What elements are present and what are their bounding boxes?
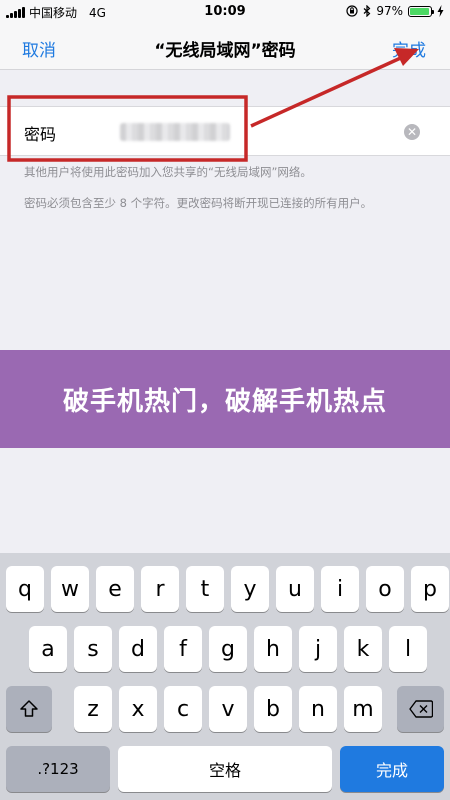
key-b[interactable]: b (254, 686, 292, 732)
password-input[interactable] (120, 123, 230, 141)
page-title: “无线局域网”密码 (154, 41, 296, 61)
key-i[interactable]: i (321, 566, 359, 612)
key-j[interactable]: j (299, 626, 337, 672)
key-l[interactable]: l (389, 626, 427, 672)
keyboard-done-key[interactable]: 完成 (340, 746, 444, 792)
key-s[interactable]: s (74, 626, 112, 672)
hint-share: 其他用户将使用此密码加入您共享的“无线局域网”网络。 (24, 165, 312, 179)
key-g[interactable]: g (209, 626, 247, 672)
key-c[interactable]: c (164, 686, 202, 732)
keyboard: .?123 空格 完成 qwertyuiop asdfghjkl zxcvbnm (0, 553, 450, 800)
key-q[interactable]: q (6, 566, 44, 612)
space-key[interactable]: 空格 (118, 746, 332, 792)
delete-key[interactable] (397, 686, 444, 732)
key-o[interactable]: o (366, 566, 404, 612)
key-p[interactable]: p (411, 566, 449, 612)
password-label: 密码 (24, 125, 57, 144)
key-y[interactable]: y (231, 566, 269, 612)
status-bar: 中国移动 4G 10:09 97% (0, 0, 450, 24)
shift-icon (20, 700, 38, 717)
key-m[interactable]: m (344, 686, 382, 732)
key-h[interactable]: h (254, 626, 292, 672)
bluetooth-icon (363, 5, 371, 17)
key-u[interactable]: u (276, 566, 314, 612)
numbers-key[interactable]: .?123 (6, 746, 110, 792)
backspace-icon (408, 700, 433, 718)
banner-text: 破手机热门，破解手机热点 (62, 386, 387, 417)
key-v[interactable]: v (209, 686, 247, 732)
key-t[interactable]: t (186, 566, 224, 612)
clear-icon[interactable]: ✕ (404, 124, 420, 140)
key-a[interactable]: a (29, 626, 67, 672)
battery-icon (408, 5, 434, 17)
key-r[interactable]: r (141, 566, 179, 612)
key-w[interactable]: w (51, 566, 89, 612)
password-row[interactable]: 密码 ✕ (0, 106, 450, 156)
battery-percent: 97% (376, 4, 403, 18)
nav-bar: 取消 “无线局域网”密码 完成 (0, 24, 450, 70)
charging-icon (437, 5, 444, 17)
key-d[interactable]: d (119, 626, 157, 672)
key-n[interactable]: n (299, 686, 337, 732)
key-e[interactable]: e (96, 566, 134, 612)
status-right: 97% (346, 4, 444, 18)
lock-rotation-icon (346, 5, 358, 17)
title-banner: 破手机热门，破解手机热点 (0, 350, 450, 448)
key-f[interactable]: f (164, 626, 202, 672)
battery-fill (410, 7, 430, 15)
key-z[interactable]: z (74, 686, 112, 732)
key-k[interactable]: k (344, 626, 382, 672)
done-button[interactable]: 完成 (392, 36, 426, 61)
key-x[interactable]: x (119, 686, 157, 732)
hint-length: 密码必须包含至少 8 个字符。更改密码将断开现已连接的所有用户。 (24, 196, 373, 210)
shift-key[interactable] (6, 686, 52, 732)
